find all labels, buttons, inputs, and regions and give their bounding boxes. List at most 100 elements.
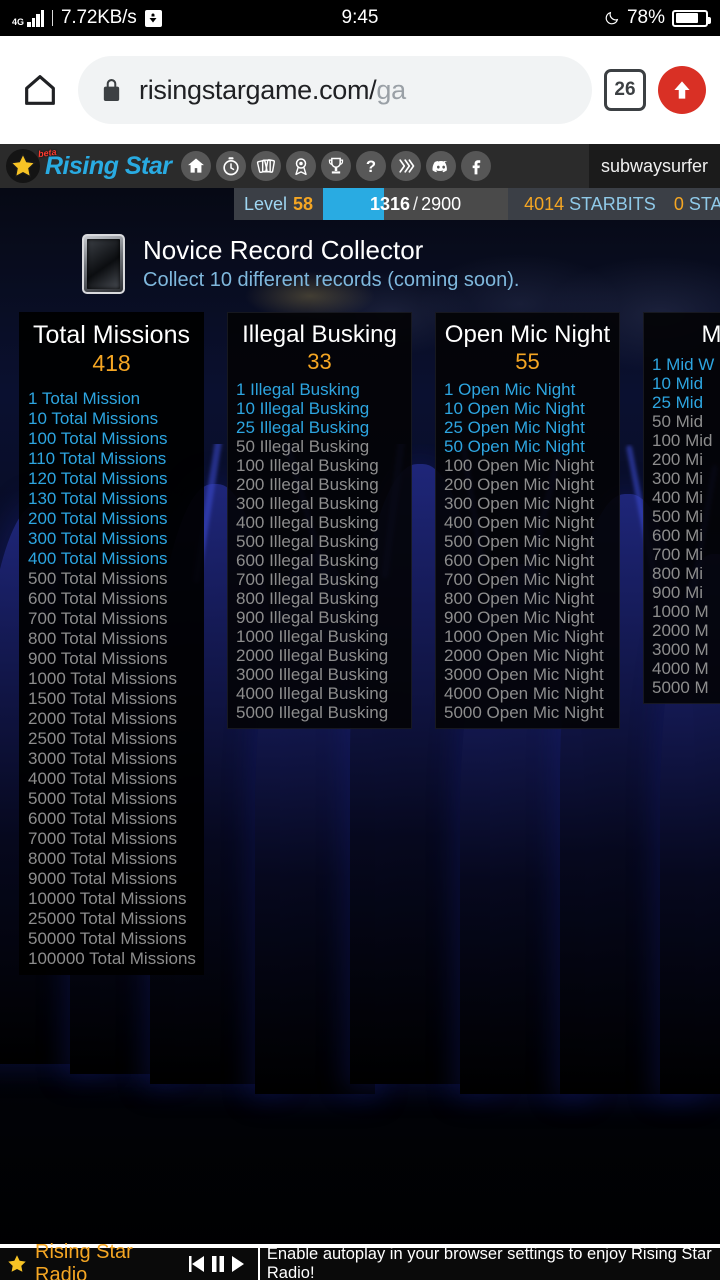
achievement-item: 800 Total Missions [28, 628, 168, 648]
achievement-item: 25 Open Mic Night [444, 417, 585, 437]
achievement-item: 25 Illegal Busking [236, 417, 370, 437]
achievement-item: 1 Mid W [652, 354, 715, 374]
achievement-item: 2000 Open Mic Night [444, 645, 604, 665]
starpro-stat: 0 STARPRO [674, 194, 720, 215]
achievement-item: 2000 Illegal Busking [236, 645, 389, 665]
achievement-item: 600 Mi [652, 525, 704, 545]
previous-track-icon[interactable] [188, 1254, 206, 1274]
starbits-stat: 4014 STARBITS [524, 194, 656, 215]
achievement-item: 1000 Open Mic Night [444, 626, 604, 646]
achievement-card: Mid W 1 Mid W10 Mid 25 Mid 50 Mid 100 Mid… [643, 312, 720, 704]
achievement-item: 700 Total Missions [28, 608, 168, 628]
cards-icon [257, 159, 276, 174]
achievement-item: 600 Illegal Busking [236, 550, 379, 570]
discord-icon [433, 161, 448, 173]
achievement-item: 8000 Total Missions [28, 848, 177, 868]
game-navbar: beta Rising Star ? subwaysurfer [0, 144, 720, 188]
nav-facebook-button[interactable] [461, 151, 492, 181]
achievement-list: 1 Mid W 10 Mid 25 Mid 50 Mid 100 Mid 200 M… [644, 355, 720, 697]
achievement-item: 25 Mid [652, 392, 704, 412]
achievement-subtitle: Collect 10 different records (coming soo… [143, 268, 520, 291]
username-label: subwaysurfer [600, 155, 708, 176]
achievement-item: 100000 Total Missions [28, 948, 196, 968]
starpro-label: STARPRO [688, 193, 720, 214]
nav-missions-button[interactable] [216, 151, 247, 181]
achievement-card: Open Mic Night 55 1 Open Mic Night 10 Open … [435, 312, 620, 729]
home-icon [25, 75, 55, 105]
nav-hive-button[interactable] [391, 151, 422, 181]
browser-menu-button[interactable] [658, 66, 706, 114]
card-title: Open Mic Night [444, 321, 611, 348]
achievement-item: 3000 Total Missions [28, 748, 177, 768]
achievement-item: 600 Open Mic Night [444, 550, 595, 570]
achievement-item: 10000 Total Missions [28, 888, 187, 908]
tab-switcher-button[interactable]: 26 [604, 69, 646, 111]
android-status-bar: 4G 7.72KB/s 9:45 78% [0, 0, 720, 36]
achievement-item: 700 Mi [652, 544, 704, 564]
achievement-item: 10 Illegal Busking [236, 398, 370, 418]
achievement-item: 10 Mid [652, 373, 704, 393]
url-bright: risingstargame.com/ [139, 74, 377, 105]
record-card-thumbnail [82, 234, 125, 294]
starbits-amount: 4014 [524, 193, 565, 214]
achievement-item: 50 Open Mic Night [444, 436, 585, 456]
card-title: Total Missions [33, 321, 190, 349]
facebook-icon [473, 160, 481, 175]
nav-home-button[interactable] [181, 151, 212, 181]
lock-icon [100, 77, 123, 104]
achievement-item: 300 Mi [652, 468, 704, 488]
trophy-icon [329, 157, 344, 174]
ribbon-icon [295, 158, 308, 176]
achievement-item: 4000 M [652, 658, 709, 678]
achievement-item: 110 Total Missions [28, 448, 167, 468]
achievement-list: 1 Total Mission 10 Total Missions 100 Tota… [20, 388, 203, 968]
achievement-item: 4000 Illegal Busking [236, 683, 389, 703]
achievement-item: 2500 Total Missions [28, 728, 177, 748]
achievement-item: 5000 Illegal Busking [236, 702, 389, 722]
pause-icon[interactable] [210, 1254, 226, 1274]
achievement-item: 5000 M [652, 677, 709, 697]
achievement-item: 4000 Total Missions [28, 768, 177, 788]
game-page: beta Rising Star ? subwaysurfer Level 58… [0, 144, 720, 1280]
url-dim: ga [376, 74, 406, 105]
starpro-amount: 0 [673, 193, 684, 214]
achievement-item: 130 Total Missions [28, 488, 168, 508]
achievement-item: 300 Total Missions [28, 528, 168, 548]
player-stats-bar: Level 58 1316 / 2900 4014 STARBITS 0 STA… [0, 188, 720, 220]
achievement-item: 400 Mi [652, 487, 704, 507]
achievement-item: 800 Illegal Busking [236, 588, 379, 608]
achievement-item: 1000 M [652, 601, 709, 621]
achievement-card: Illegal Busking 33 1 Illegal Busking 10 Ill… [227, 312, 412, 729]
home-button[interactable] [14, 64, 66, 116]
achievement-item: 2000 Total Missions [28, 708, 177, 728]
browser-toolbar: risingstargame.com/ga 26 [0, 36, 720, 144]
achievement-item: 100 Open Mic Night [444, 455, 595, 475]
achievement-item: 100 Illegal Busking [236, 455, 379, 475]
nav-help-button[interactable]: ? [356, 151, 387, 181]
achievement-item: 4000 Open Mic Night [444, 683, 604, 703]
play-icon[interactable] [230, 1254, 248, 1274]
achievement-item: 5000 Total Missions [28, 788, 177, 808]
nav-achievements-button[interactable] [286, 151, 317, 181]
game-logo[interactable]: beta Rising Star [6, 147, 172, 183]
achievement-text: Novice Record Collector Collect 10 diffe… [143, 235, 520, 292]
address-bar[interactable]: risingstargame.com/ga [78, 56, 592, 124]
home-icon [188, 158, 205, 173]
achievement-card-row: Total Missions 418 1 Total Mission 10 Total… [0, 312, 720, 976]
achievement-item: 6000 Total Missions [28, 808, 177, 828]
nav-leaderboard-button[interactable] [321, 151, 352, 181]
achievement-item: 300 Open Mic Night [444, 493, 595, 513]
nav-discord-button[interactable] [426, 151, 457, 181]
achievement-item: 25000 Total Missions [28, 908, 187, 928]
currency-display: 4014 STARBITS 0 STARPRO [508, 188, 720, 220]
username-display[interactable]: subwaysurfer [588, 144, 720, 188]
achievement-item: 1000 Illegal Busking [236, 626, 389, 646]
nav-cards-button[interactable] [251, 151, 282, 181]
card-title: Mid W [701, 321, 720, 348]
achievement-item: 1 Open Mic Night [444, 379, 576, 399]
battery-icon [672, 9, 711, 27]
radio-controls [188, 1254, 248, 1274]
xp-max-label: 2900 [421, 193, 462, 214]
achievement-item: 50000 Total Missions [28, 928, 187, 948]
achievement-item: 700 Illegal Busking [236, 569, 379, 589]
